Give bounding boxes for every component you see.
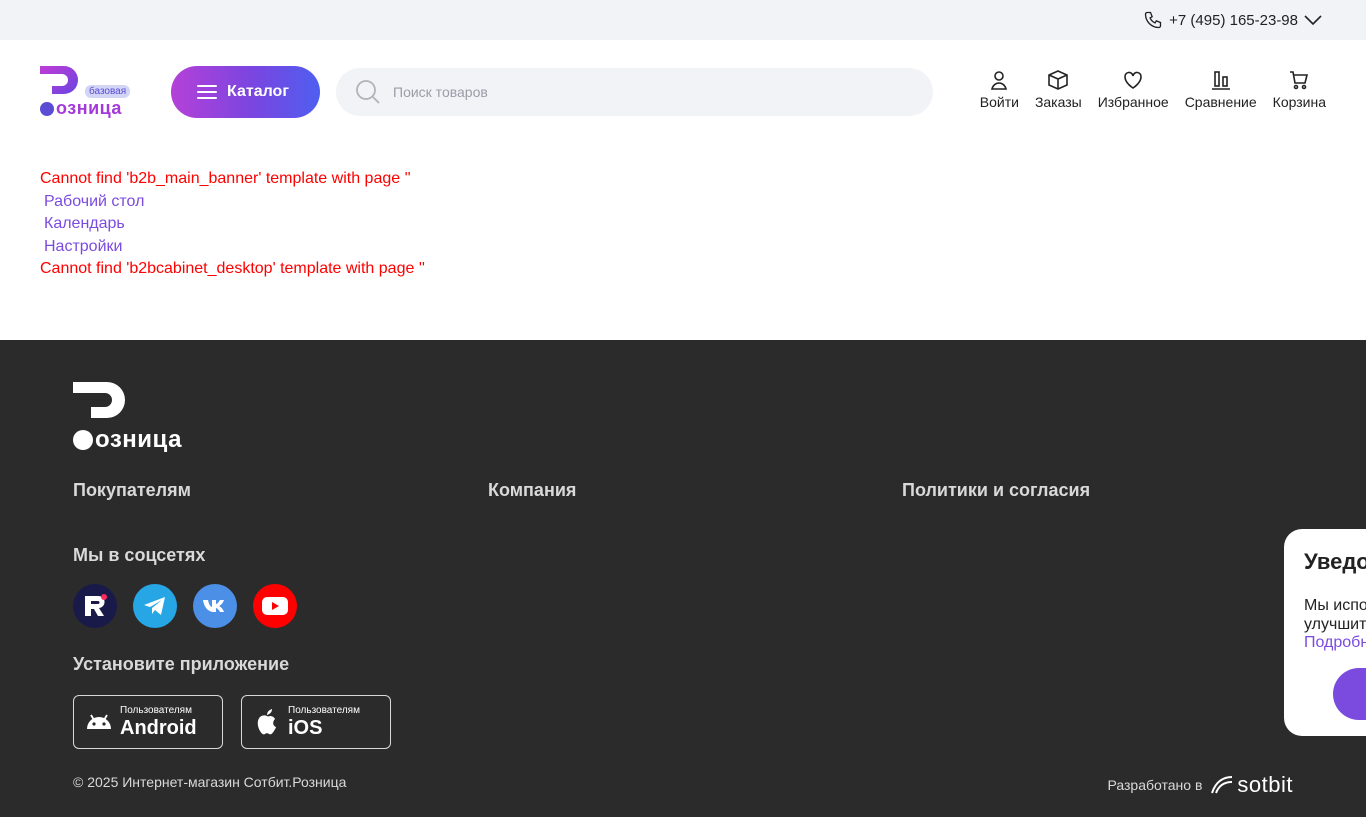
phone-number[interactable]: +7 (495) 165-23-98	[1169, 12, 1298, 29]
notification-text: Мы испо улучшит	[1304, 596, 1366, 634]
nav-orders-label: Заказы	[1034, 94, 1082, 110]
android-app-small: Пользователям	[120, 705, 192, 716]
phone-icon	[1144, 11, 1162, 29]
nav-cart-label: Корзина	[1272, 94, 1326, 110]
notification-accept-button[interactable]	[1333, 668, 1366, 720]
template-error-banner: Cannot find 'b2b_main_banner' template w…	[40, 170, 411, 187]
heart-icon	[1124, 71, 1143, 89]
logo-word: озница	[56, 98, 122, 118]
android-app-big: Android	[120, 717, 197, 739]
youtube-icon	[262, 597, 288, 615]
ios-app-button[interactable]: Пользователям iOS	[241, 695, 391, 749]
user-icon	[991, 71, 1008, 90]
notification-title: Уведо	[1304, 549, 1366, 574]
nav-login[interactable]: Войти	[980, 68, 1019, 110]
top-bar: +7 (495) 165-23-98	[0, 0, 1366, 40]
site-logo[interactable]: базовая озница	[40, 66, 132, 118]
android-icon	[87, 714, 111, 729]
notification-more-link[interactable]: Подробн	[1304, 634, 1366, 652]
telegram-icon	[144, 597, 165, 615]
nav-cart[interactable]: Корзина	[1273, 68, 1326, 110]
developer-credit[interactable]: Разработано в sotbit	[1108, 772, 1293, 798]
menu-icon	[197, 81, 217, 103]
android-app-button[interactable]: Пользователям Android	[73, 695, 223, 749]
vk-icon	[203, 600, 224, 612]
vk-link[interactable]	[193, 584, 237, 628]
footer-col-buyers[interactable]: Покупателям	[73, 480, 191, 501]
rutube-icon	[85, 594, 107, 616]
nav-compare[interactable]: Сравнение	[1185, 68, 1257, 110]
footer-col-policies[interactable]: Политики и согласия	[902, 480, 1090, 501]
ios-app-small: Пользователям	[288, 705, 360, 716]
rutube-link[interactable]	[73, 584, 117, 628]
cookie-notification: Уведо Мы испо улучшит Подробн	[1284, 529, 1366, 736]
social-title: Мы в соцсетях	[73, 545, 206, 565]
box-icon	[1048, 70, 1069, 90]
nav-compare-label: Сравнение	[1184, 94, 1257, 110]
search-icon[interactable]	[355, 79, 381, 105]
apple-icon	[257, 709, 276, 735]
footer: озница Покупателям Компания Политики и с…	[0, 340, 1366, 817]
catalog-label: Каталог	[227, 83, 289, 100]
ios-app-big: iOS	[288, 717, 323, 739]
footer-col-company[interactable]: Компания	[488, 480, 576, 501]
main-content: Cannot find 'b2b_main_banner' template w…	[40, 168, 425, 281]
nav-login-label: Войти	[979, 94, 1019, 110]
cart-icon	[1290, 71, 1309, 90]
footer-logo-word: озница	[95, 426, 182, 453]
developer-label: Разработано в	[1107, 777, 1203, 793]
app-links: Пользователям Android Пользователям iOS	[73, 695, 391, 749]
youtube-link[interactable]	[253, 584, 297, 628]
copyright: © 2025 Интернет-магазин Сотбит.Розница	[73, 774, 347, 790]
logo-badge: базовая	[85, 85, 131, 98]
chevron-down-icon[interactable]	[1304, 14, 1322, 26]
header: базовая озница Каталог Войти Заказы	[0, 40, 1366, 144]
nav-favorites[interactable]: Избранное	[1098, 68, 1169, 110]
phone-dropdown[interactable]: +7 (495) 165-23-98	[1143, 10, 1322, 30]
nav-favorites-label: Избранное	[1097, 94, 1169, 110]
notification-text-line2: улучшит	[1304, 616, 1366, 633]
nav-orders[interactable]: Заказы	[1035, 68, 1082, 110]
search-input[interactable]	[393, 84, 893, 100]
app-title: Установите приложение	[73, 654, 290, 674]
sotbit-logo[interactable]: sotbit	[1210, 772, 1293, 798]
link-desktop[interactable]: Рабочий стол	[40, 191, 425, 214]
notification-text-line1: Мы испо	[1304, 597, 1366, 614]
template-error-desktop: Cannot find 'b2bcabinet_desktop' templat…	[40, 260, 425, 277]
compare-icon	[1211, 71, 1230, 90]
link-settings[interactable]: Настройки	[40, 236, 425, 259]
telegram-link[interactable]	[133, 584, 177, 628]
link-calendar[interactable]: Календарь	[40, 213, 425, 236]
header-nav: Войти Заказы Избранное Сравнение Корзина	[980, 68, 1326, 110]
search-bar[interactable]	[336, 68, 933, 116]
catalog-button[interactable]: Каталог	[171, 66, 320, 118]
footer-logo[interactable]: озница	[73, 382, 198, 454]
sotbit-mark-icon	[1211, 776, 1233, 794]
social-links	[73, 584, 297, 628]
sotbit-word: sotbit	[1237, 772, 1293, 797]
